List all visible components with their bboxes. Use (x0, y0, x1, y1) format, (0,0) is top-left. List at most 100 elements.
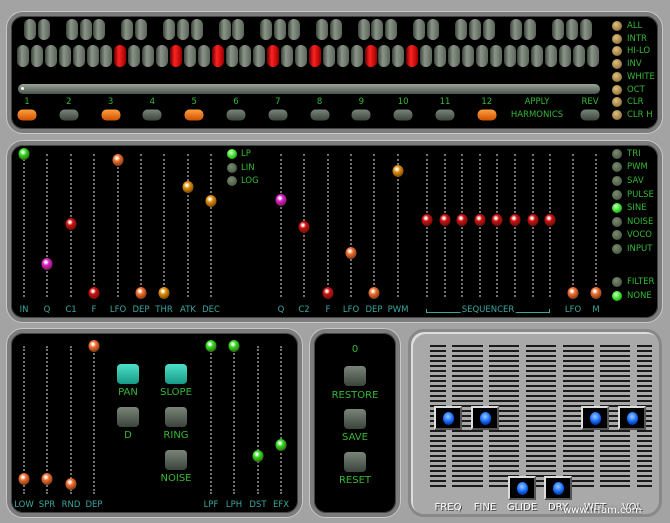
black-key[interactable] (315, 19, 328, 40)
black-key[interactable] (357, 19, 370, 40)
black-key[interactable] (37, 19, 50, 40)
white-key[interactable] (378, 45, 391, 67)
black-key[interactable] (482, 19, 495, 40)
slider-knob[interactable] (158, 286, 170, 299)
white-key[interactable] (267, 45, 280, 67)
slider-track[interactable] (280, 154, 282, 297)
black-key[interactable] (135, 19, 148, 40)
fader-glide[interactable] (508, 476, 536, 500)
white-key[interactable] (17, 45, 29, 67)
harmonic-button-8[interactable] (310, 109, 330, 121)
slider-knob[interactable] (65, 477, 77, 490)
slider-knob[interactable] (135, 286, 147, 299)
slider-track[interactable] (210, 154, 212, 297)
white-key[interactable] (197, 45, 210, 67)
slider-knob[interactable] (567, 286, 579, 299)
slider-knob[interactable] (182, 180, 194, 193)
slider-knob[interactable] (439, 213, 451, 226)
slider-knob[interactable] (112, 153, 124, 166)
mode-led-lin[interactable] (227, 162, 237, 173)
white-key[interactable] (128, 45, 141, 67)
white-key[interactable] (475, 45, 488, 67)
black-key[interactable] (288, 19, 300, 40)
waveform-led-sav[interactable] (612, 176, 622, 186)
white-key[interactable] (434, 45, 446, 67)
white-key[interactable] (225, 45, 238, 67)
waveform-led-noise[interactable] (612, 217, 622, 227)
slider-knob[interactable] (275, 439, 287, 452)
slope-button[interactable] (165, 364, 187, 384)
save-button[interactable] (344, 409, 366, 429)
ring-button[interactable] (165, 407, 187, 427)
slider-knob[interactable] (590, 286, 602, 299)
white-key[interactable] (336, 45, 349, 67)
slider-track[interactable] (93, 154, 95, 297)
white-key[interactable] (447, 45, 460, 67)
slider-track[interactable] (93, 346, 95, 494)
slider-track[interactable] (163, 154, 165, 297)
slider-track[interactable] (46, 346, 48, 494)
white-key[interactable] (392, 45, 405, 67)
white-key[interactable] (183, 45, 196, 67)
fader-dry[interactable] (544, 476, 572, 500)
harmonic-button-4[interactable] (142, 109, 162, 121)
option-led-hi-lo[interactable] (612, 46, 622, 57)
white-key[interactable] (72, 45, 85, 67)
harmonic-button-3[interactable] (101, 109, 121, 121)
black-key[interactable] (579, 19, 592, 40)
slider-track[interactable] (23, 346, 25, 494)
harmonic-button-10[interactable] (393, 109, 413, 121)
white-key[interactable] (253, 45, 266, 67)
black-key[interactable] (552, 19, 565, 40)
slider-knob[interactable] (322, 286, 334, 299)
fader-fine[interactable] (471, 406, 499, 430)
pan-button[interactable] (117, 364, 139, 384)
slider-track[interactable] (572, 154, 574, 297)
white-key[interactable] (295, 45, 307, 67)
slider-knob[interactable] (527, 213, 539, 226)
black-key[interactable] (510, 19, 523, 40)
option-led-clr[interactable] (612, 97, 622, 108)
white-key[interactable] (156, 45, 168, 67)
black-key[interactable] (23, 19, 36, 40)
black-key[interactable] (524, 19, 537, 40)
white-key[interactable] (503, 45, 516, 67)
waveform-led-sine[interactable] (612, 203, 622, 213)
slider-track[interactable] (350, 154, 352, 297)
reset-button[interactable] (344, 452, 366, 472)
white-key[interactable] (586, 45, 599, 67)
black-key[interactable] (274, 19, 287, 40)
black-key[interactable] (371, 19, 384, 40)
white-key[interactable] (322, 45, 335, 67)
slider-knob[interactable] (509, 213, 521, 226)
slider-knob[interactable] (298, 220, 310, 233)
white-key[interactable] (350, 45, 363, 67)
slider-knob[interactable] (421, 213, 433, 226)
slider-track[interactable] (257, 346, 259, 494)
slider-knob[interactable] (456, 213, 468, 226)
white-key[interactable] (169, 45, 182, 67)
slider-knob[interactable] (18, 148, 30, 160)
slider-track[interactable] (140, 154, 142, 297)
harmonic-button-7[interactable] (268, 109, 288, 121)
waveform-led-voco[interactable] (612, 230, 622, 240)
mode-led-log[interactable] (227, 176, 237, 186)
mode-led-lp[interactable] (227, 149, 237, 159)
white-key[interactable] (545, 45, 558, 67)
white-key[interactable] (559, 45, 572, 67)
fader-vol[interactable] (618, 406, 646, 430)
white-key[interactable] (364, 45, 377, 67)
slider-track[interactable] (70, 346, 72, 494)
black-key[interactable] (260, 19, 273, 40)
option-led-white[interactable] (612, 71, 622, 82)
option-led-clr-h[interactable] (612, 109, 622, 120)
white-key[interactable] (58, 45, 71, 67)
slider-knob[interactable] (88, 286, 100, 299)
slider-knob[interactable] (205, 195, 217, 208)
black-key[interactable] (190, 19, 203, 40)
slider-track[interactable] (233, 346, 235, 494)
option-led-inv[interactable] (612, 59, 622, 70)
white-key[interactable] (517, 45, 530, 67)
white-key[interactable] (531, 45, 544, 67)
black-key[interactable] (121, 19, 134, 40)
